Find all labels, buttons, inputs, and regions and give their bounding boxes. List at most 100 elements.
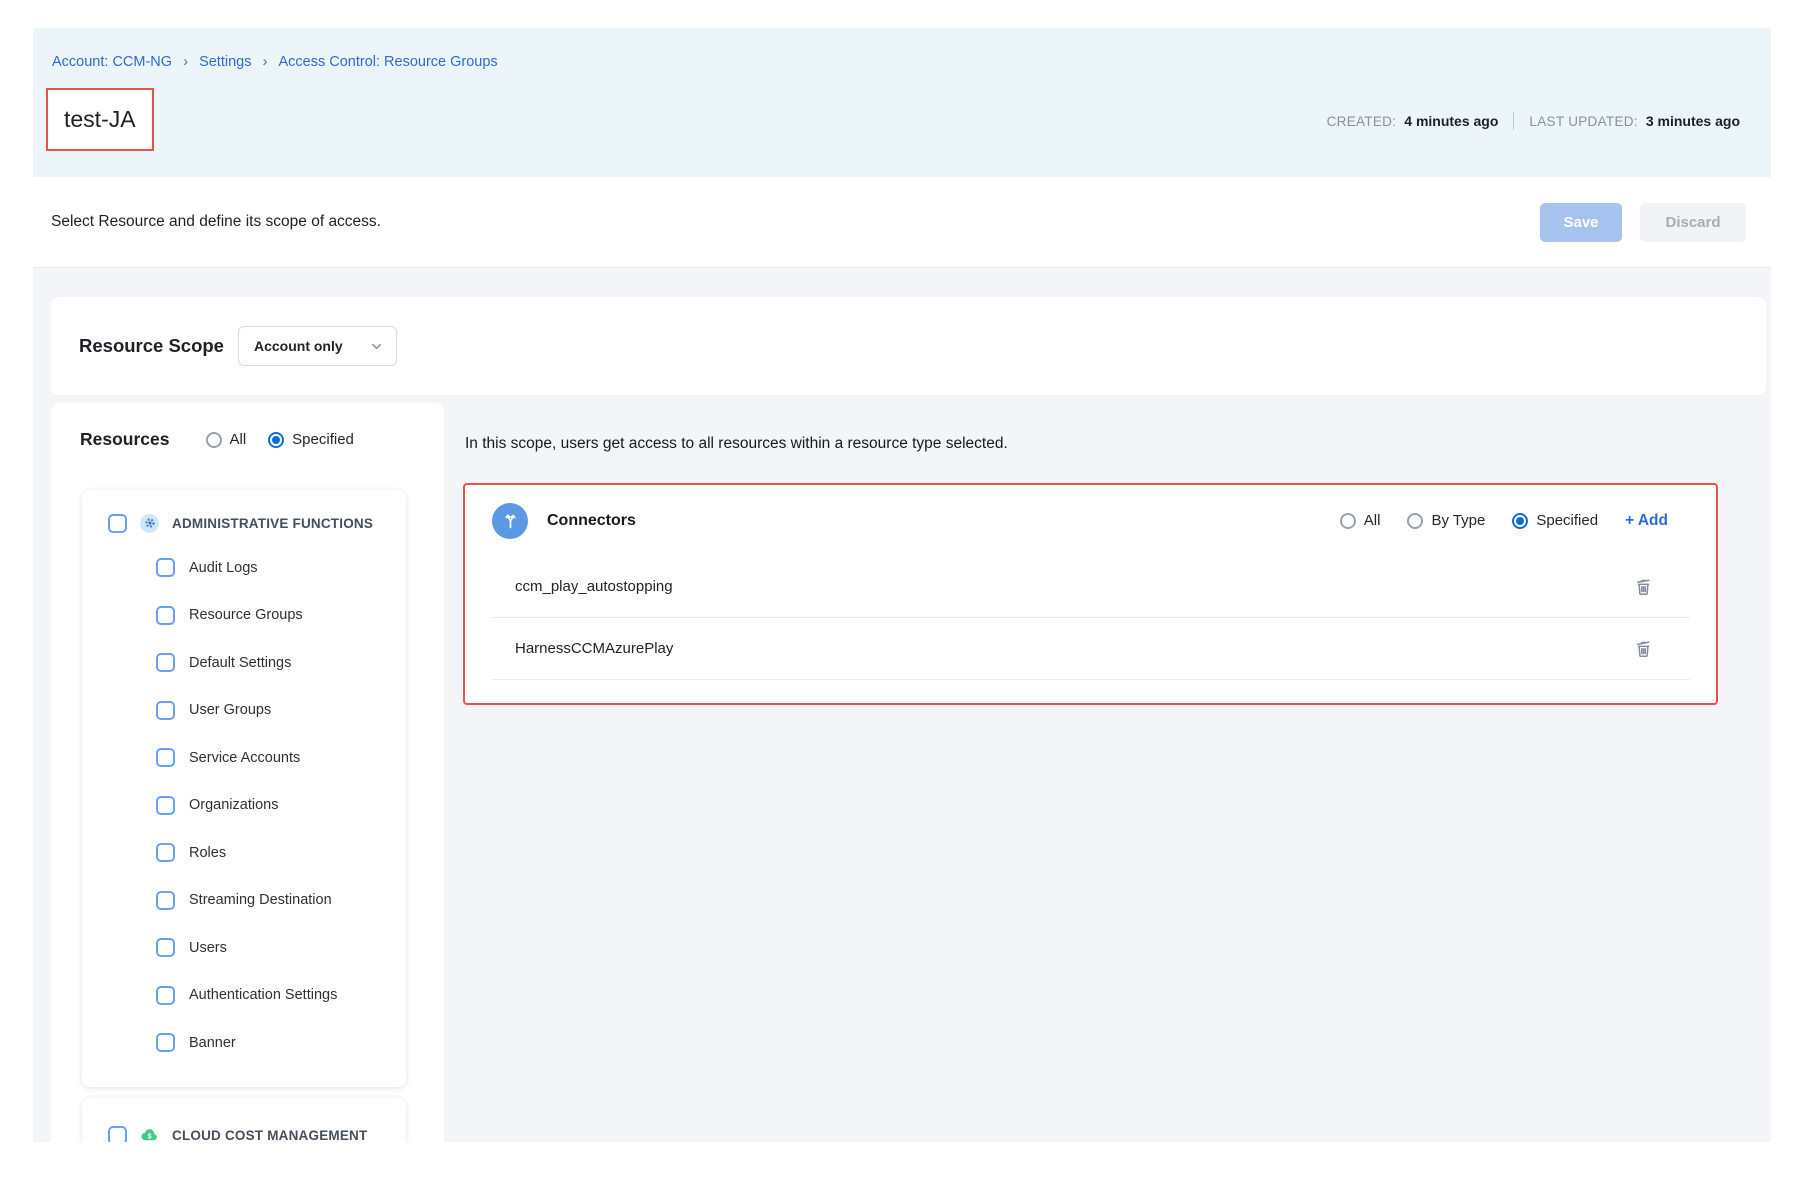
meta-divider xyxy=(1513,112,1514,130)
cloud-dollar-icon: $ xyxy=(140,1126,159,1143)
breadcrumb: Account: CCM-NG › Settings › Access Cont… xyxy=(52,53,498,70)
resource-item-service-accounts: Service Accounts xyxy=(82,734,406,782)
scope-note: In this scope, users get access to all r… xyxy=(465,435,1008,453)
connector-row: ccm_play_autostopping xyxy=(492,556,1690,618)
resource-item-authentication-settings: Authentication Settings xyxy=(82,972,406,1020)
item-label: Authentication Settings xyxy=(189,987,337,1003)
connectors-card: Connectors All By Type Specified xyxy=(463,483,1718,705)
resource-scope-label: Resource Scope xyxy=(79,335,224,357)
resource-item-roles: Roles xyxy=(82,829,406,877)
content-area: Resource Scope Account only Resources Al… xyxy=(33,268,1771,1142)
svg-text:$: $ xyxy=(148,1132,152,1140)
resource-item-audit-logs: Audit Logs xyxy=(82,544,406,592)
item-checkbox[interactable] xyxy=(156,653,175,672)
group-title: ADMINISTRATIVE FUNCTIONS xyxy=(172,516,373,531)
connectors-radio-specified[interactable]: Specified xyxy=(1512,512,1598,529)
item-checkbox[interactable] xyxy=(156,796,175,815)
resources-header: Resources All Specified xyxy=(51,403,444,450)
resource-scope-select[interactable]: Account only xyxy=(238,326,397,366)
toolbar-description: Select Resource and define its scope of … xyxy=(51,213,381,231)
page-header: Account: CCM-NG › Settings › Access Cont… xyxy=(33,28,1771,177)
item-checkbox[interactable] xyxy=(156,606,175,625)
cloud-cost-management-card: $ CLOUD COST MANAGEMENT xyxy=(82,1098,406,1142)
item-label: User Groups xyxy=(189,702,271,718)
radio-label: All xyxy=(1364,512,1381,529)
resource-item-user-groups: User Groups xyxy=(82,687,406,735)
group-row-admin-functions: ADMINISTRATIVE FUNCTIONS xyxy=(82,502,406,544)
connector-row: HarnessCCMAzurePlay xyxy=(492,618,1690,680)
item-label: Users xyxy=(189,940,227,956)
item-checkbox[interactable] xyxy=(156,1033,175,1052)
resource-item-users: Users xyxy=(82,924,406,972)
item-label: Default Settings xyxy=(189,655,291,671)
gear-icon xyxy=(140,514,159,533)
app-frame: Account: CCM-NG › Settings › Access Cont… xyxy=(33,28,1771,1142)
delete-connector-button[interactable] xyxy=(1631,575,1655,599)
resource-item-resource-groups: Resource Groups xyxy=(82,592,406,640)
chevron-right-icon: › xyxy=(183,53,188,70)
chevron-down-icon xyxy=(369,339,384,354)
connectors-radio-all[interactable]: All xyxy=(1340,512,1381,529)
admin-functions-card: ADMINISTRATIVE FUNCTIONS Audit Logs Reso… xyxy=(82,490,406,1087)
resources-radio-specified[interactable]: Specified xyxy=(268,431,354,448)
cloud-cost-checkbox[interactable] xyxy=(108,1126,127,1143)
connector-name: ccm_play_autostopping xyxy=(515,578,673,595)
page: Account: CCM-NG › Settings › Access Cont… xyxy=(0,0,1804,1182)
connectors-icon xyxy=(492,503,528,539)
radio-circle-icon xyxy=(1340,513,1356,529)
breadcrumb-resource-groups-link[interactable]: Access Control: Resource Groups xyxy=(278,54,497,70)
item-checkbox[interactable] xyxy=(156,843,175,862)
item-label: Audit Logs xyxy=(189,560,258,576)
item-label: Banner xyxy=(189,1035,236,1051)
resource-scope-value: Account only xyxy=(254,338,343,354)
item-checkbox[interactable] xyxy=(156,891,175,910)
radio-circle-checked-icon xyxy=(1512,513,1528,529)
resource-scope-card: Resource Scope Account only xyxy=(51,297,1766,395)
radio-label: Specified xyxy=(292,431,354,448)
connector-name: HarnessCCMAzurePlay xyxy=(515,640,673,657)
trash-icon xyxy=(1633,576,1654,597)
radio-circle-icon xyxy=(1407,513,1423,529)
last-updated-value: 3 minutes ago xyxy=(1646,113,1740,129)
created-value: 4 minutes ago xyxy=(1404,113,1498,129)
item-checkbox[interactable] xyxy=(156,748,175,767)
item-label: Organizations xyxy=(189,797,278,813)
radio-label: Specified xyxy=(1536,512,1598,529)
group-row-cloud-cost: $ CLOUD COST MANAGEMENT xyxy=(82,1114,406,1142)
last-updated-label: LAST UPDATED: xyxy=(1529,114,1637,129)
item-label: Service Accounts xyxy=(189,750,300,766)
item-label: Streaming Destination xyxy=(189,892,332,908)
resources-title: Resources xyxy=(80,429,170,450)
radio-circle-icon xyxy=(206,432,222,448)
toolbar: Select Resource and define its scope of … xyxy=(33,177,1771,268)
delete-connector-button[interactable] xyxy=(1631,637,1655,661)
meta-info: CREATED: 4 minutes ago LAST UPDATED: 3 m… xyxy=(1327,112,1740,130)
connectors-header: Connectors All By Type Specified xyxy=(465,485,1716,556)
connectors-radio-group: All By Type Specified + Add xyxy=(1340,512,1668,530)
trash-icon xyxy=(1633,638,1654,659)
save-button[interactable]: Save xyxy=(1540,203,1622,242)
breadcrumb-account-link[interactable]: Account: CCM-NG xyxy=(52,54,172,70)
created-label: CREATED: xyxy=(1327,114,1397,129)
connectors-title: Connectors xyxy=(547,512,636,530)
connectors-radio-by-type[interactable]: By Type xyxy=(1407,512,1485,529)
resource-item-streaming-destination: Streaming Destination xyxy=(82,877,406,925)
item-checkbox[interactable] xyxy=(156,701,175,720)
item-checkbox[interactable] xyxy=(156,558,175,577)
add-connector-button[interactable]: + Add xyxy=(1625,512,1668,530)
resource-item-organizations: Organizations xyxy=(82,782,406,830)
item-label: Resource Groups xyxy=(189,607,303,623)
item-checkbox[interactable] xyxy=(156,938,175,957)
page-title: test-JA xyxy=(64,106,136,133)
item-label: Roles xyxy=(189,845,226,861)
title-highlight-box: test-JA xyxy=(46,88,154,151)
admin-functions-checkbox[interactable] xyxy=(108,514,127,533)
resources-panel: Resources All Specified xyxy=(51,403,444,1142)
discard-button[interactable]: Discard xyxy=(1640,203,1746,242)
resources-radio-all[interactable]: All xyxy=(206,431,247,448)
radio-label: By Type xyxy=(1431,512,1485,529)
item-checkbox[interactable] xyxy=(156,986,175,1005)
chevron-right-icon: › xyxy=(262,53,267,70)
resource-item-default-settings: Default Settings xyxy=(82,639,406,687)
breadcrumb-settings-link[interactable]: Settings xyxy=(199,54,251,70)
